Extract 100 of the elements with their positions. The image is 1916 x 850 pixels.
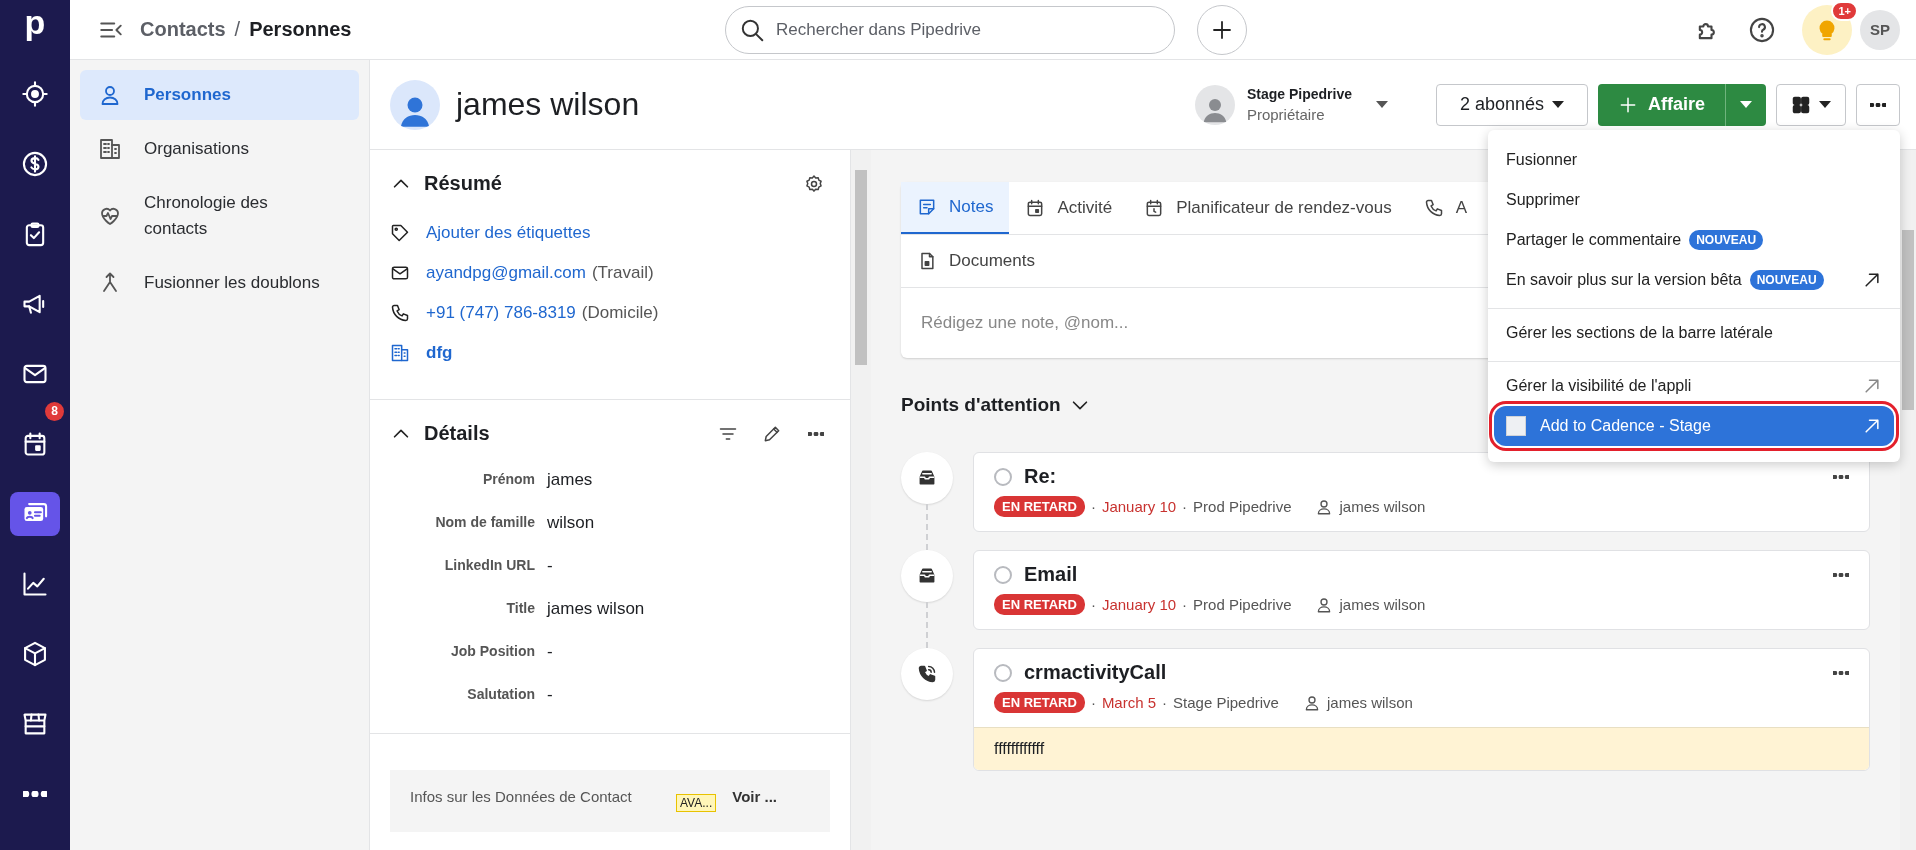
sidebar-item[interactable]: Personnes — [80, 70, 359, 120]
more-icon — [1870, 102, 1886, 107]
field-value: james wilson — [547, 598, 646, 620]
field-value: wilson — [547, 512, 596, 534]
breadcrumb-link[interactable]: Contacts — [140, 18, 226, 41]
target-icon — [21, 80, 49, 108]
add-tags-link[interactable]: Ajouter des étiquettes — [426, 223, 591, 243]
checkbox[interactable] — [994, 467, 1012, 486]
tab[interactable]: Notes — [901, 182, 1010, 234]
contact-type: (Travail) — [591, 263, 654, 283]
notification-badge: 8 — [45, 402, 64, 421]
owner-name: Stage Pipedrive — [1246, 86, 1352, 102]
caret-icon[interactable] — [1376, 101, 1388, 108]
checkbox[interactable] — [994, 663, 1012, 682]
owner-name: Prod Pipedrive — [1193, 498, 1292, 515]
more-icon[interactable] — [1833, 572, 1849, 577]
separator-dot: · — [1090, 596, 1096, 613]
owner-name: Prod Pipedrive — [1193, 596, 1292, 613]
menu-item[interactable]: Gérer la visibilité de l'appli — [1494, 366, 1894, 406]
menu-item[interactable]: Partager le commentaire NOUVEAU — [1494, 220, 1894, 260]
phone-icon — [390, 303, 410, 323]
caret-icon — [1552, 101, 1564, 108]
field-label: Nom de famille — [434, 513, 535, 532]
dollar-icon — [21, 150, 49, 178]
chart-icon — [21, 570, 49, 598]
menu-item[interactable]: En savoir plus sur la version bêta NOUVEAU — [1494, 260, 1894, 300]
help-icon[interactable] — [1748, 15, 1776, 44]
organization-link[interactable]: dfg — [426, 343, 453, 363]
contact-link[interactable]: james wilson — [1326, 694, 1413, 711]
email-link[interactable]: ayandpg@gmail.com — [426, 263, 586, 283]
search-field[interactable]: Rechercher dans Pipedrive — [725, 5, 1175, 54]
scrollbar[interactable] — [850, 150, 871, 850]
followers-button[interactable]: 2 abonnés — [1436, 83, 1588, 126]
more-icon[interactable] — [808, 431, 824, 436]
more-button[interactable] — [1856, 83, 1900, 126]
menu-item[interactable]: Fusionner — [1494, 140, 1894, 180]
inbox-icon — [917, 566, 937, 586]
field-value: james — [547, 469, 594, 491]
more-icon[interactable] — [1833, 474, 1849, 479]
checkbox[interactable] — [994, 565, 1012, 584]
more-icon[interactable] — [1833, 670, 1849, 675]
menu-item[interactable]: Gérer les sections de la barre latérale — [1494, 313, 1894, 353]
breadcrumb-current: Personnes — [249, 18, 352, 41]
nav-item[interactable] — [10, 492, 60, 536]
notification-badge: 1+ — [1831, 0, 1858, 21]
phone-icon — [917, 664, 937, 684]
separator-dot: · — [1162, 694, 1168, 711]
building-icon — [98, 137, 122, 161]
scrollbar[interactable] — [1900, 150, 1916, 850]
contact-link[interactable]: james wilson — [1339, 596, 1426, 613]
sidebar-item[interactable]: Fusionner les doublons — [80, 258, 359, 308]
due-date: March 5 — [1101, 694, 1157, 711]
section-title: Détails — [424, 422, 490, 445]
add-deal-button[interactable]: Affaire — [1598, 83, 1726, 126]
view-link[interactable]: Voir ... — [732, 788, 777, 805]
timeline-connector — [926, 602, 928, 648]
section-title: Points d'attention — [901, 394, 1061, 416]
contact-type: (Domicile) — [581, 303, 659, 323]
settings-icon[interactable] — [804, 173, 824, 194]
activity-title[interactable]: crmactivityCall — [1024, 661, 1167, 684]
phone-link[interactable]: +91 (747) 786-8319 — [426, 303, 576, 323]
inbox-icon — [917, 468, 937, 488]
more-icon — [23, 791, 47, 797]
view-button[interactable] — [1776, 83, 1846, 126]
separator-dot: · — [1182, 596, 1188, 613]
add-button[interactable] — [1197, 4, 1247, 55]
dropdown-button[interactable] — [1726, 83, 1766, 126]
tab[interactable]: Planificateur de rendez-vous — [1128, 182, 1408, 234]
field-label: Title — [505, 599, 535, 618]
tab[interactable]: A — [1407, 182, 1484, 234]
due-date: January 10 — [1101, 498, 1177, 515]
box-icon — [21, 640, 49, 668]
status-badge: EN RETARD — [994, 496, 1085, 517]
app-logo[interactable]: p — [24, 0, 46, 50]
field-label: Job Position — [450, 642, 535, 661]
app-icon — [1506, 416, 1526, 436]
user-avatar[interactable]: SP — [1860, 9, 1900, 50]
section-title: Résumé — [424, 172, 502, 195]
tab[interactable]: Activité — [1009, 182, 1129, 234]
activity-title[interactable]: Re: — [1024, 465, 1057, 488]
sidebar-item[interactable]: Chronologie des contacts — [80, 178, 359, 254]
phone-icon — [1423, 198, 1444, 218]
field-label: LinkedIn URL — [443, 556, 535, 575]
separator-dot: · — [1090, 498, 1096, 515]
sidebar-item[interactable]: Organisations — [80, 124, 359, 174]
field-value: - — [547, 555, 554, 577]
contact-link[interactable]: james wilson — [1339, 498, 1426, 515]
tab[interactable]: Documents — [901, 235, 1051, 287]
status-badge: EN RETARD — [994, 692, 1085, 713]
new-badge: NOUVEAU — [1749, 270, 1824, 290]
status-tag: AVA... — [676, 794, 717, 812]
grid-icon — [1791, 94, 1811, 115]
activity-title[interactable]: Email — [1024, 563, 1078, 586]
breadcrumb-separator: / — [234, 18, 241, 41]
field-value: - — [547, 684, 554, 706]
timeline-connector — [926, 504, 928, 550]
building-icon — [390, 343, 410, 363]
activity-note: ffffffffffff — [974, 727, 1869, 770]
new-badge: NOUVEAU — [1689, 230, 1764, 250]
menu-item[interactable]: Supprimer — [1494, 180, 1894, 220]
